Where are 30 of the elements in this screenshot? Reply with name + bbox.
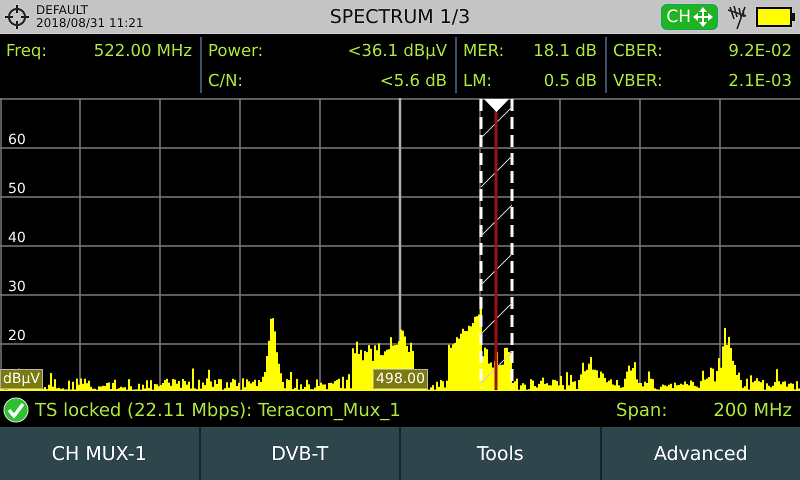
axis-tick-label: 20: [8, 328, 26, 344]
lock-status: TS locked (22.11 Mbps): Teracom_Mux_1: [35, 400, 401, 420]
measurement-label: CBER:: [613, 40, 663, 60]
measurement-value: <5.6 dB: [380, 70, 447, 90]
crosshair-icon: [4, 4, 30, 30]
axis-tick-label: 50: [8, 181, 26, 197]
axis-tick-label: 30: [8, 279, 26, 295]
measurement-label: Freq:: [6, 40, 47, 60]
unit-label: dBµV: [0, 369, 43, 389]
measurement-value: 2.1E-03: [728, 70, 792, 90]
center-frequency-label: 498.00: [373, 369, 428, 389]
measurement-value: 9.2E-02: [728, 40, 792, 60]
span-value: 200 MHz: [713, 400, 792, 420]
date-time: 2018/08/31 11:21: [36, 17, 144, 30]
span-label: Span:: [616, 400, 668, 420]
profile-name: DEFAULT: [36, 4, 89, 17]
move-arrows-icon: [692, 6, 714, 28]
screen-title: SPECTRUM 1/3: [330, 6, 470, 28]
axis-tick-label: 40: [8, 230, 26, 246]
measurement-label: C/N:: [208, 70, 243, 90]
measurement-value: 522.00 MHz: [94, 40, 192, 60]
axis-tick-label: 60: [8, 132, 26, 148]
measurement-label: MER:: [463, 40, 504, 60]
measurement-label: LM:: [463, 70, 492, 90]
measurement-value: 18.1 dB: [533, 40, 597, 60]
measurement-label: VBER:: [613, 70, 663, 90]
measurement-value: <36.1 dBµV: [348, 40, 447, 60]
measurement-value: 0.5 dB: [544, 70, 597, 90]
measurement-label: Power:: [208, 40, 264, 60]
battery-icon: [756, 6, 796, 28]
